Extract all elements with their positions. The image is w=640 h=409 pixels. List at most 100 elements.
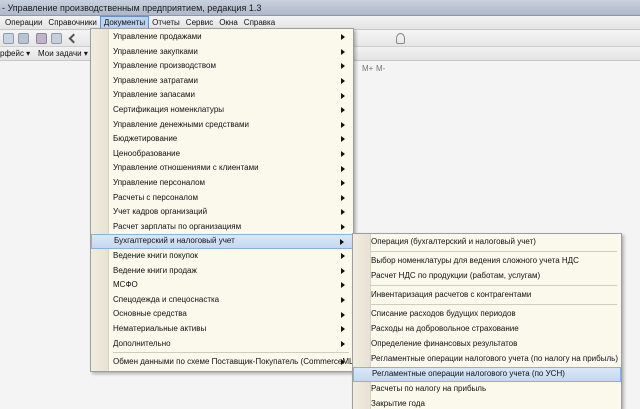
submenu-arrow-icon xyxy=(341,63,345,70)
documents-menu-item[interactable]: Сертификация номенклатуры xyxy=(91,103,353,118)
accounting-submenu-item[interactable]: Операция (бухгалтерский и налоговый учет… xyxy=(353,235,621,250)
back-icon[interactable] xyxy=(68,33,79,44)
my-tasks-dropdown[interactable]: Мои задачи ▾ xyxy=(38,47,88,61)
submenu-arrow-icon xyxy=(341,224,345,231)
documents-menu-item[interactable]: Нематериальные активы xyxy=(91,322,353,337)
menu-separator xyxy=(113,352,349,354)
submenu-arrow-icon xyxy=(341,297,345,304)
new-document-icon[interactable] xyxy=(3,33,14,44)
submenu-arrow-icon xyxy=(341,136,345,143)
menu-item-label: Управление денежными средствами xyxy=(113,119,249,129)
accounting-submenu-item[interactable]: Выбор номенклатуры для ведения сложного … xyxy=(353,254,621,269)
menu-separator xyxy=(371,285,617,286)
menu-item-label: Дополнительно xyxy=(113,338,171,348)
accounting-submenu-item[interactable]: Расчет НДС по продукции (работам, услуга… xyxy=(353,269,621,284)
menu-separator xyxy=(371,304,617,305)
menu-item-label: Регламентные операции налогового учета (… xyxy=(371,354,618,363)
menu-item-label: Бухгалтерский и налоговый учет xyxy=(114,236,235,246)
open-icon[interactable] xyxy=(18,33,29,44)
accounting-submenu-item[interactable]: Расчеты по налогу на прибыль xyxy=(353,382,621,397)
submenu-arrow-icon xyxy=(341,165,345,172)
menu-item-label: Расчет НДС по продукции (работам, услуга… xyxy=(371,271,541,280)
menu-item-label: Бюджетирование xyxy=(113,134,178,144)
documents-menu-item[interactable]: МСФО xyxy=(91,278,353,293)
documents-menu-item[interactable]: Расчеты с персоналом xyxy=(91,191,353,206)
documents-menu-item[interactable]: Бухгалтерский и налоговый учет xyxy=(91,234,353,249)
documents-menu-item[interactable]: Основные средства xyxy=(91,307,353,322)
documents-menu-item[interactable]: Расчет зарплаты по организациям xyxy=(91,220,353,235)
hand-tool-icon[interactable] xyxy=(396,33,405,44)
submenu-arrow-icon xyxy=(341,107,345,114)
submenu-arrow-icon xyxy=(341,253,345,260)
documents-menu-item[interactable]: Управление запасами xyxy=(91,88,353,103)
documents-menu-item[interactable]: Обмен данными по схеме Поставщик-Покупат… xyxy=(91,355,353,370)
menu-item-label: Регламентные операции налогового учета (… xyxy=(372,369,565,378)
menu-item-label: Расчет зарплаты по организациям xyxy=(113,221,242,231)
accounting-submenu-item[interactable]: Инвентаризация расчетов с контрагентами xyxy=(353,288,621,303)
documents-menu-item[interactable]: Ведение книги покупок xyxy=(91,249,353,264)
documents-menu-item[interactable]: Учет кадров организаций xyxy=(91,205,353,220)
menu-item-label: Выбор номенклатуры для ведения сложного … xyxy=(371,256,579,265)
menu-item-label: Управление персоналом xyxy=(113,178,206,187)
submenu-arrow-icon xyxy=(341,267,345,274)
documents-menu-item[interactable]: Спецодежда и спецоснастка xyxy=(91,293,353,308)
memory-minus-button[interactable]: M- xyxy=(376,60,385,77)
accounting-submenu-item[interactable]: Закрытие года xyxy=(353,397,621,409)
accounting-submenu-item[interactable]: Расходы на добровольное страхование xyxy=(353,322,621,337)
documents-menu-item[interactable]: Управление затратами xyxy=(91,74,353,89)
menu-item-label: Расчеты с персоналом xyxy=(113,192,198,202)
submenu-arrow-icon xyxy=(341,340,345,347)
menu-item-label: Основные средства xyxy=(113,309,187,319)
documents-menu-item[interactable]: Управление денежными средствами xyxy=(91,118,353,133)
documents-menu-item[interactable]: Управление продажами xyxy=(91,30,353,45)
documents-menu-item[interactable]: Ценообразование xyxy=(91,147,353,162)
documents-menu-item[interactable]: Ведение книги продаж xyxy=(91,264,353,279)
menu-item-label: Операция (бухгалтерский и налоговый учет… xyxy=(371,237,536,246)
menu-item-label: Расчеты по налогу на прибыль xyxy=(371,384,487,393)
submenu-arrow-icon xyxy=(341,92,345,99)
accounting-submenu-item[interactable]: Списание расходов будущих периодов xyxy=(353,307,621,322)
menu-item-label: Ведение книги покупок xyxy=(113,251,198,260)
menu-item-label: Управление затратами xyxy=(113,75,199,85)
documents-menu-item[interactable]: Бюджетирование xyxy=(91,132,353,147)
documents-menu-item[interactable]: Управление закупками xyxy=(91,45,353,60)
submenu-arrow-icon xyxy=(341,194,345,201)
accounting-submenu-item[interactable]: Регламентные операции налогового учета (… xyxy=(353,367,621,382)
menu-item-label: Спецодежда и спецоснастка xyxy=(113,294,220,304)
submenu-arrow-icon xyxy=(341,326,345,333)
submenu-arrow-icon xyxy=(341,48,345,55)
menu-item-label: МСФО xyxy=(113,280,138,290)
submenu-arrow-icon xyxy=(341,359,345,366)
accounting-submenu-item[interactable]: Определение финансовых результатов xyxy=(353,337,621,352)
menu-item-label: Списание расходов будущих периодов xyxy=(371,309,516,318)
menu-item-label: Инвентаризация расчетов с контрагентами xyxy=(371,290,532,299)
documents-menu-item[interactable]: Управление отношениями с клиентами xyxy=(91,161,353,176)
memory-plus-button[interactable]: M+ xyxy=(362,60,373,77)
accounting-submenu: Операция (бухгалтерский и налоговый учет… xyxy=(352,233,622,409)
interface-dropdown[interactable]: рфейс ▾ xyxy=(0,47,30,61)
accounting-submenu-item[interactable]: Регламентные операции налогового учета (… xyxy=(353,352,621,367)
menu-item-label: Управление запасами xyxy=(113,90,196,100)
menu-item-label: Ведение книги продаж xyxy=(113,265,197,275)
menu-item-label: Управление продажами xyxy=(113,32,202,41)
documents-menu-item[interactable]: Управление персоналом xyxy=(91,176,353,191)
menu-item-label: Определение финансовых результатов xyxy=(371,339,518,348)
submenu-arrow-icon xyxy=(341,121,345,128)
submenu-arrow-icon xyxy=(341,209,345,216)
menu-separator xyxy=(371,251,617,252)
menu-item-label: Ценообразование xyxy=(113,148,181,158)
print-icon[interactable] xyxy=(36,33,47,44)
submenu-arrow-icon xyxy=(341,78,345,85)
menu-item-label: Управление производством xyxy=(113,61,216,71)
menu-item-label: Управление отношениями с клиентами xyxy=(113,163,259,173)
menu-item-label: Обмен данными по схеме Поставщик-Покупат… xyxy=(113,357,353,367)
menu-operations[interactable]: Операции xyxy=(2,16,45,29)
submenu-arrow-icon xyxy=(341,282,345,289)
preview-icon[interactable] xyxy=(51,33,62,44)
submenu-arrow-icon xyxy=(340,238,344,245)
menu-item-label: Закрытие года xyxy=(371,399,425,408)
submenu-arrow-icon xyxy=(341,151,345,158)
menu-item-label: Управление закупками xyxy=(113,46,198,56)
documents-menu-item[interactable]: Управление производством xyxy=(91,59,353,74)
documents-menu-item[interactable]: Дополнительно xyxy=(91,337,353,352)
